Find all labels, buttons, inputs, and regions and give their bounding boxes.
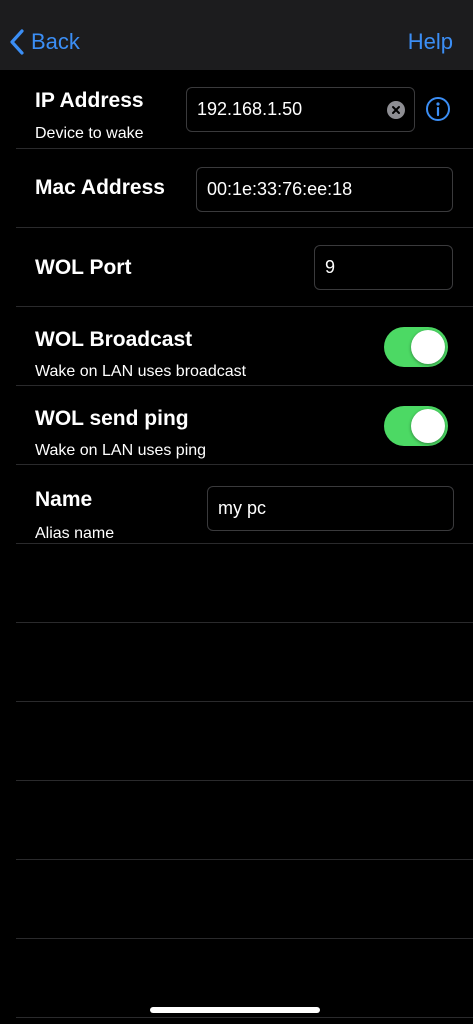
row-separator [16,385,473,386]
row-separator [16,543,473,544]
mac-address-input[interactable] [207,179,452,200]
row-separator [16,780,473,781]
navigation-bar: Back Help [0,0,473,70]
row-separator [16,938,473,939]
back-button[interactable]: Back [8,26,80,58]
wol-port-field[interactable] [314,245,453,290]
wol-send-ping-label: WOL send ping [35,407,189,430]
row-separator [16,701,473,702]
ip-address-sublabel: Device to wake [35,125,144,142]
name-label: Name [35,488,93,511]
wol-send-ping-toggle[interactable] [384,406,448,446]
mac-address-label: Mac Address [35,176,165,199]
row-separator [16,464,473,465]
ip-address-label: IP Address [35,89,144,112]
help-button[interactable]: Help [408,26,453,58]
row-separator [16,148,473,149]
row-separator [16,227,473,228]
ip-address-field[interactable] [186,87,415,132]
info-icon[interactable] [426,97,450,121]
name-sublabel: Alias name [35,525,115,542]
row-separator [16,1017,473,1018]
wol-broadcast-label: WOL Broadcast [35,328,193,351]
row-separator [16,859,473,860]
wol-port-label: WOL Port [35,256,132,279]
name-field[interactable] [207,486,454,531]
chevron-left-icon [10,29,24,55]
wol-broadcast-sublabel: Wake on LAN uses broadcast [35,363,247,380]
row-separator [16,306,473,307]
toggle-knob [411,409,445,443]
wol-port-input[interactable] [325,257,452,278]
name-input[interactable] [218,498,453,519]
wol-send-ping-sublabel: Wake on LAN uses ping [35,442,207,459]
mac-address-field[interactable] [196,167,453,212]
ip-address-input[interactable] [197,99,414,120]
wol-broadcast-toggle[interactable] [384,327,448,367]
back-label: Back [31,29,80,54]
row-separator [16,622,473,623]
toggle-knob [411,330,445,364]
clear-icon[interactable] [387,100,405,119]
home-indicator [150,1007,320,1013]
